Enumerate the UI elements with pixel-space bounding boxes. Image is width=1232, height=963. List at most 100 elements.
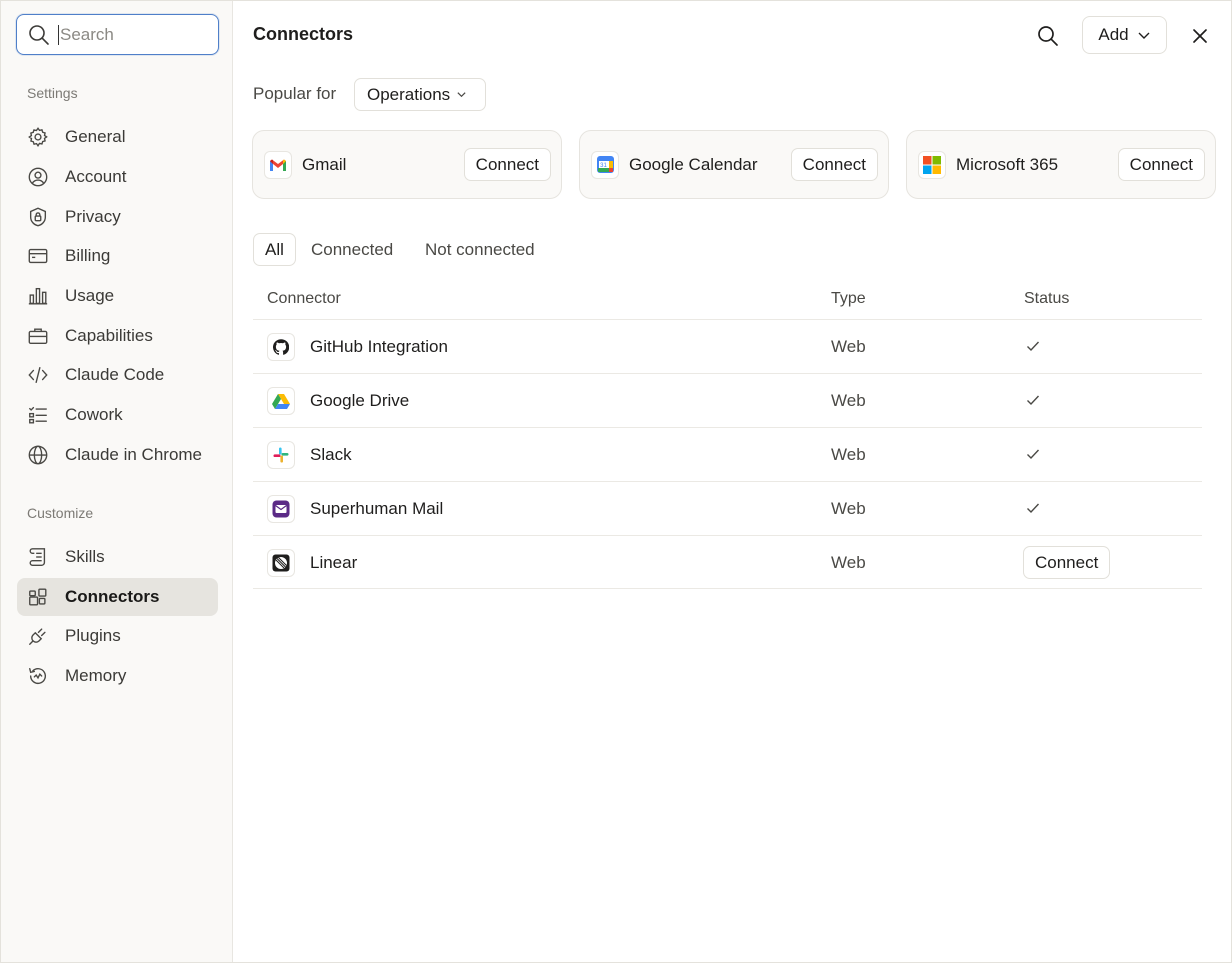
- sidebar-item-label: Usage: [65, 286, 115, 305]
- check-icon: [1027, 449, 1040, 460]
- add-button[interactable]: Add: [1082, 16, 1167, 54]
- connector-type: Web: [831, 553, 866, 572]
- main-panel: Connectors Add Popular for Operations Gm…: [233, 1, 1231, 962]
- page-title: Connectors: [253, 24, 354, 44]
- sidebar-item-label: Skills: [65, 547, 105, 566]
- tab-not-connected[interactable]: Not connected: [425, 233, 535, 266]
- gmail-icon: [264, 150, 292, 179]
- add-button-label: Add: [1098, 25, 1129, 44]
- svg-text:31: 31: [600, 163, 607, 169]
- popular-for-label: Popular for: [253, 84, 337, 103]
- sidebar-item-label: Claude Code: [65, 365, 165, 384]
- column-header-status: Status: [1024, 290, 1070, 307]
- card-name: Microsoft 365: [956, 154, 1059, 174]
- github-icon: [267, 333, 295, 361]
- slack-icon: [267, 441, 295, 469]
- connect-linear-button[interactable]: Connect: [1023, 546, 1111, 579]
- sidebar-item-label: Billing: [65, 246, 111, 265]
- shield-lock-icon: [27, 206, 49, 228]
- sidebar-item-usage[interactable]: Usage: [17, 277, 218, 315]
- scroll-icon: [27, 546, 49, 568]
- sidebar-search[interactable]: [16, 14, 219, 55]
- connector-name: GitHub Integration: [310, 337, 448, 356]
- sidebar-item-cowork[interactable]: Cowork: [17, 396, 218, 434]
- sidebar-item-label: Privacy: [65, 207, 121, 226]
- sidebar-item-plugins[interactable]: Plugins: [17, 617, 218, 655]
- tab-all[interactable]: All: [253, 233, 296, 266]
- sidebar-item-label: Capabilities: [65, 326, 153, 345]
- search-input[interactable]: [58, 24, 198, 45]
- card-name: Google Calendar: [629, 154, 758, 174]
- connector-type: Web: [831, 391, 866, 410]
- popular-card-microsoft-365: Microsoft 365 Connect: [906, 130, 1216, 199]
- connector-name: Superhuman Mail: [310, 499, 444, 518]
- column-header-type: Type: [831, 290, 866, 307]
- sidebar-item-label: Connectors: [65, 587, 160, 606]
- checklist-icon: [27, 404, 49, 426]
- customize-section-label: Customize: [27, 505, 94, 521]
- sidebar-item-account[interactable]: Account: [17, 158, 218, 196]
- connect-google-calendar-button[interactable]: Connect: [790, 148, 878, 181]
- superhuman-icon: [267, 495, 295, 523]
- user-circle-icon: [27, 166, 49, 188]
- connectors-icon: [27, 586, 49, 608]
- table-row[interactable]: Linear Web Connect: [253, 535, 1202, 589]
- sidebar-item-label: Cowork: [65, 405, 123, 424]
- tab-connected[interactable]: Connected: [311, 233, 393, 266]
- sidebar-item-skills[interactable]: Skills: [17, 538, 218, 576]
- connector-type: Web: [831, 337, 866, 356]
- sidebar-item-billing[interactable]: Billing: [17, 237, 218, 275]
- microsoft-icon: [918, 150, 946, 179]
- connector-type: Web: [831, 445, 866, 464]
- category-select[interactable]: Operations: [354, 78, 486, 111]
- sidebar-item-label: Account: [65, 167, 127, 186]
- sidebar-item-label: General: [65, 127, 126, 146]
- sidebar-item-capabilities[interactable]: Capabilities: [17, 317, 218, 355]
- check-icon: [1027, 503, 1040, 514]
- connector-name: Slack: [310, 445, 352, 464]
- sidebar-item-claude-code[interactable]: Claude Code: [17, 356, 218, 394]
- chevron-down-icon: [1138, 32, 1150, 39]
- linear-icon: [267, 549, 295, 577]
- connect-microsoft-365-button[interactable]: Connect: [1117, 148, 1205, 181]
- memory-icon: [27, 665, 49, 687]
- search-icon: [28, 24, 50, 46]
- sidebar: Settings General Account Privacy Billing: [1, 1, 233, 962]
- search-button[interactable]: [1035, 23, 1061, 49]
- card-name: Gmail: [302, 154, 347, 174]
- plug-icon: [27, 625, 49, 647]
- table-row[interactable]: Slack Web: [253, 427, 1202, 481]
- close-icon: [1193, 29, 1207, 43]
- sidebar-item-label: Memory: [65, 666, 127, 685]
- table-row[interactable]: GitHub Integration Web: [253, 319, 1202, 373]
- popular-card-google-calendar: 31 Google Calendar Connect: [579, 130, 889, 199]
- connector-name: Google Drive: [310, 391, 410, 410]
- table-row[interactable]: Google Drive Web: [253, 373, 1202, 427]
- code-icon: [27, 364, 49, 386]
- gear-icon: [27, 126, 49, 148]
- connector-type: Web: [831, 499, 866, 518]
- google-drive-icon: [267, 387, 295, 415]
- sidebar-item-label: Plugins: [65, 626, 121, 645]
- settings-window: Settings General Account Privacy Billing: [0, 0, 1232, 963]
- table-row[interactable]: Superhuman Mail Web: [253, 481, 1202, 535]
- settings-section-label: Settings: [27, 85, 78, 101]
- sidebar-item-memory[interactable]: Memory: [17, 657, 218, 695]
- close-button[interactable]: [1187, 23, 1213, 49]
- bar-chart-icon: [27, 285, 49, 307]
- connect-gmail-button[interactable]: Connect: [463, 148, 551, 181]
- connector-name: Linear: [310, 553, 358, 572]
- chevron-down-icon: [457, 92, 466, 98]
- sidebar-item-claude-in-chrome[interactable]: Claude in Chrome: [17, 436, 218, 474]
- popular-card-gmail: Gmail Connect: [252, 130, 562, 199]
- globe-icon: [27, 444, 49, 466]
- column-header-connector: Connector: [267, 290, 341, 307]
- credit-card-icon: [27, 245, 49, 267]
- sidebar-item-general[interactable]: General: [17, 118, 218, 156]
- check-icon: [1027, 341, 1040, 352]
- sidebar-item-connectors[interactable]: Connectors: [17, 578, 218, 616]
- category-select-value: Operations: [367, 84, 451, 104]
- briefcase-icon: [27, 325, 49, 347]
- sidebar-item-privacy[interactable]: Privacy: [17, 198, 218, 236]
- search-icon: [1038, 26, 1058, 46]
